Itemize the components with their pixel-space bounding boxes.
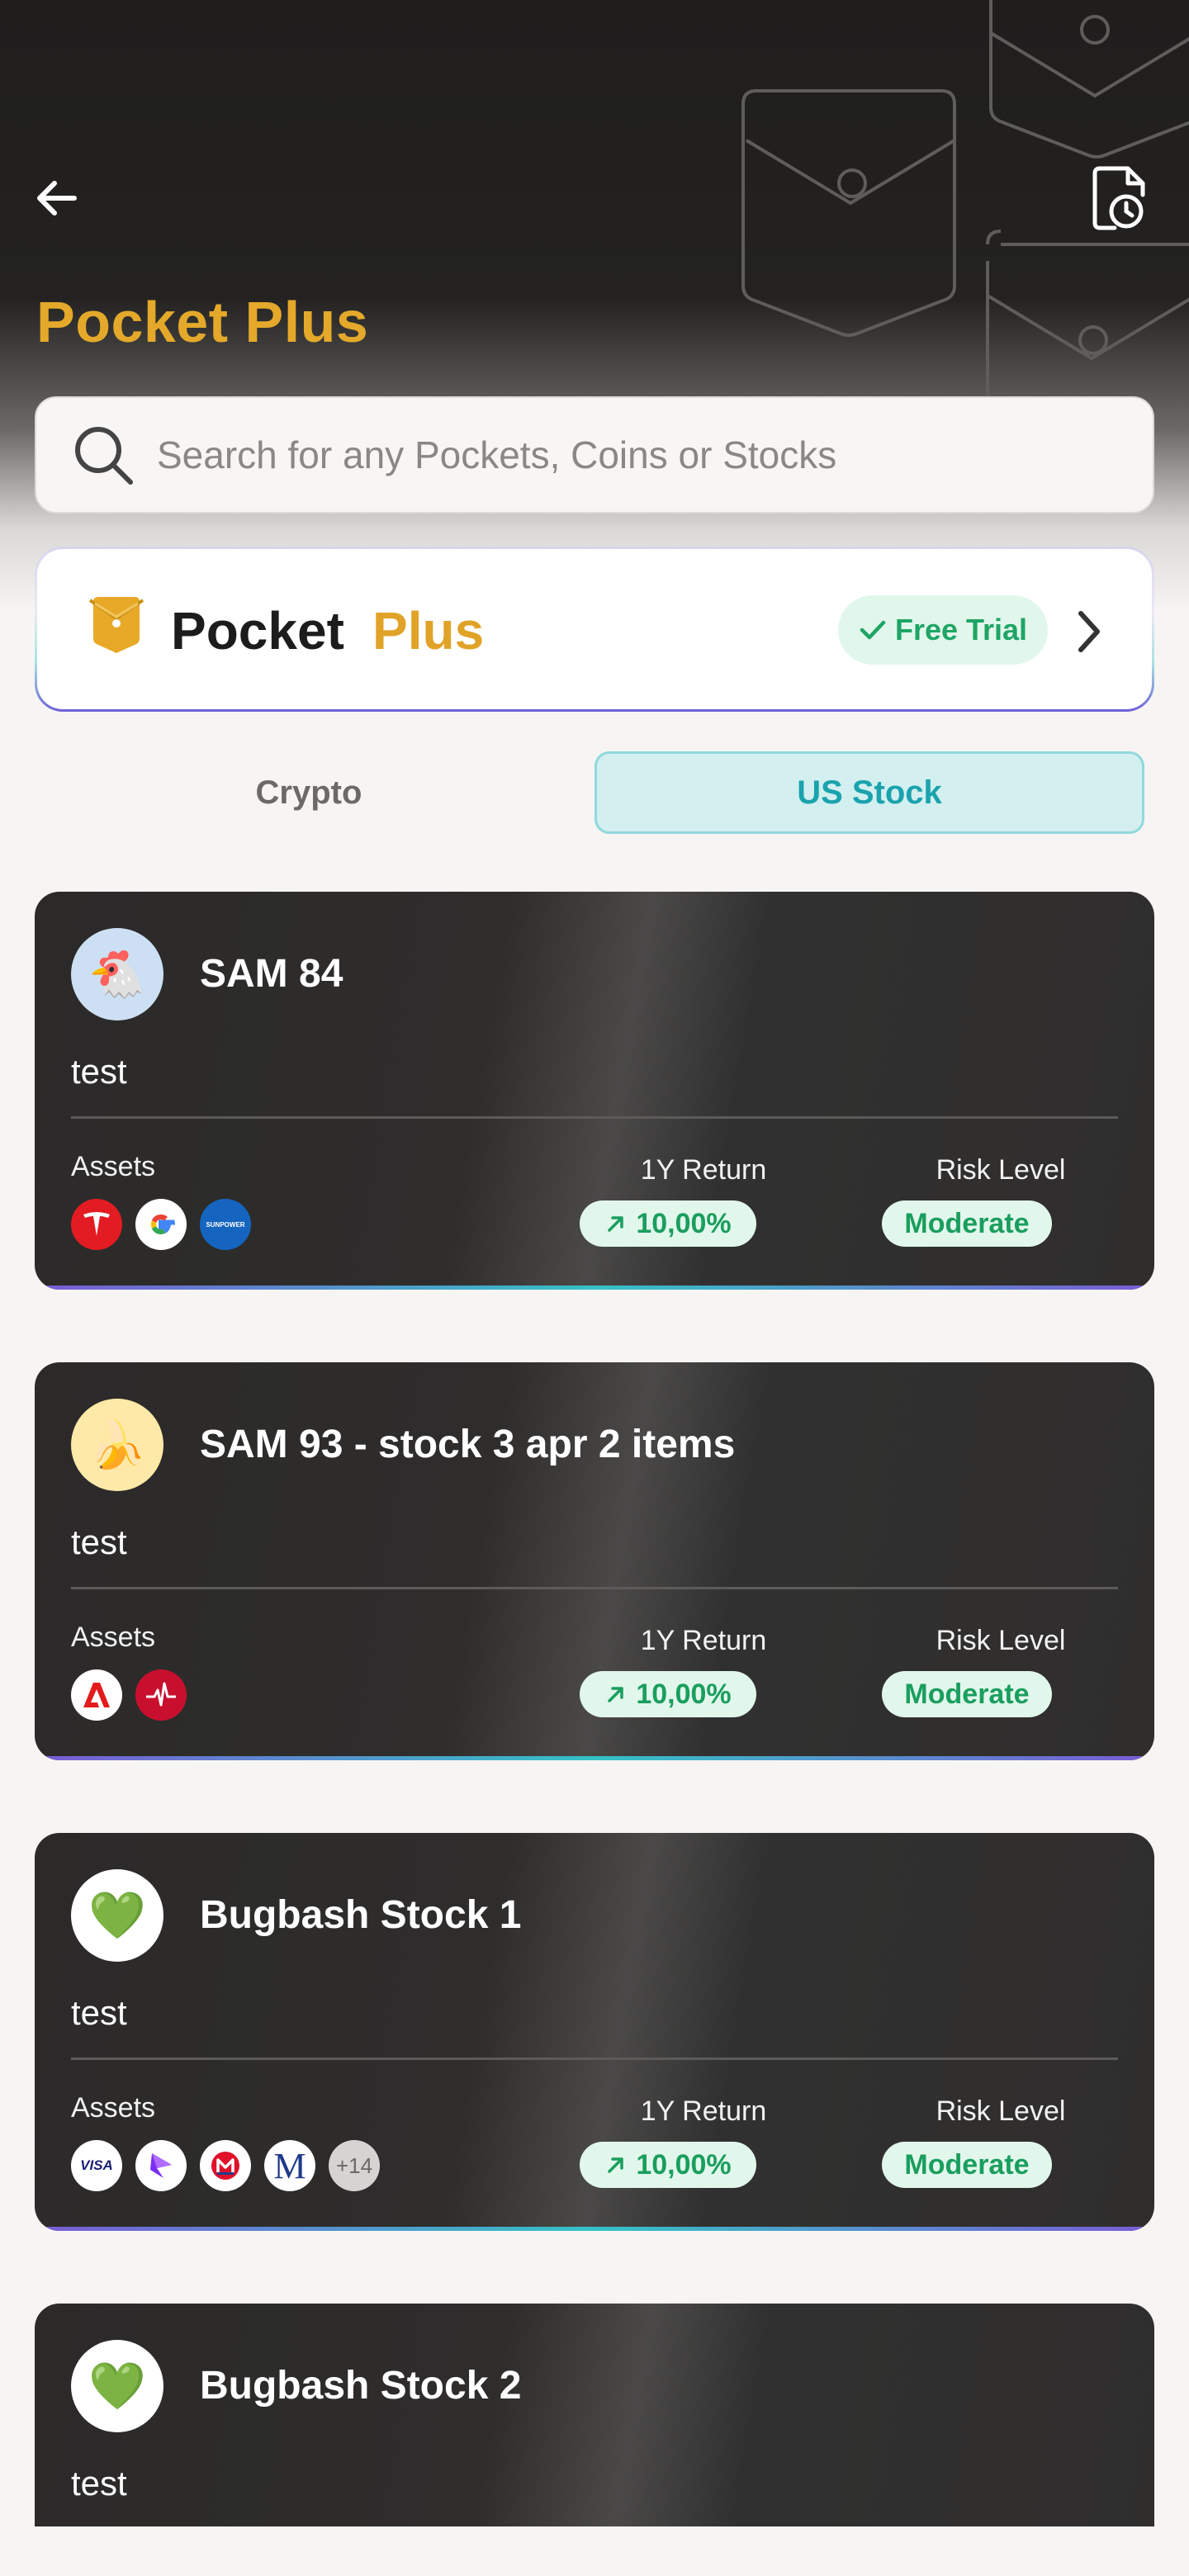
pocket-card[interactable]: 🐔 SAM 84 test Assets 1Y Return Risk Leve… [35, 892, 1154, 1290]
marathon-logo-icon [200, 2140, 251, 2191]
check-icon [860, 620, 886, 640]
pocket-avatar: 🍌 [71, 1399, 163, 1491]
agilent-logo-icon [135, 1669, 187, 1721]
pocket-avatar: 💚 [71, 2340, 163, 2432]
return-value: 10,00% [636, 1207, 732, 1239]
pocket-card[interactable]: 💚 Bugbash Stock 1 test Assets 1Y Return … [35, 1833, 1154, 2231]
chicken-icon: 🐔 [88, 948, 146, 1000]
pocket-description: test [71, 1993, 127, 2032]
page-title: Pocket Plus [36, 290, 369, 354]
search-bar[interactable] [35, 396, 1154, 514]
promo-title-pocket: Pocket [171, 601, 344, 661]
risk-badge: Moderate [882, 1200, 1052, 1247]
market-tabs: Crypto US Stock [35, 751, 1154, 834]
pocket-description: test [71, 1052, 127, 1091]
pocket-description: test [71, 2464, 127, 2503]
pocket-avatar: 💚 [71, 1869, 163, 1962]
risk-label: Risk Level [936, 2095, 1066, 2127]
pocket-title: Bugbash Stock 2 [200, 2364, 522, 2408]
bottom-fade [0, 2526, 1189, 2576]
pocket-description: test [71, 1522, 127, 1561]
arrow-up-right-icon [608, 2157, 624, 2173]
risk-badge: Moderate [882, 1671, 1052, 1717]
pocket-avatar: 🐔 [71, 928, 163, 1020]
visa-logo-icon: VISA [71, 2140, 122, 2191]
green-heart-icon: 💚 [88, 1889, 146, 1941]
free-trial-label: Free Trial [894, 613, 1028, 646]
assets-label: Assets [71, 1622, 156, 1653]
return-value: 10,00% [636, 2148, 732, 2181]
history-button[interactable] [1085, 163, 1154, 233]
arrow-up-right-icon [608, 1687, 624, 1702]
risk-badge: Moderate [882, 2142, 1052, 2188]
tab-us-stock[interactable]: US Stock [594, 751, 1144, 834]
pocket-title: Bugbash Stock 1 [200, 1893, 522, 1937]
pocket-plus-promo-card[interactable]: Pocket Plus Free Trial [35, 547, 1154, 712]
return-value: 10,00% [636, 1678, 732, 1710]
pinduoduo-logo-icon [135, 2140, 187, 2191]
risk-label: Risk Level [936, 1625, 1066, 1656]
search-input[interactable] [157, 433, 1115, 477]
pocket-card[interactable]: 🍌 SAM 93 - stock 3 apr 2 items test Asse… [35, 1362, 1154, 1760]
back-button[interactable] [26, 168, 86, 228]
document-history-icon [1092, 166, 1145, 230]
adobe-logo-icon [71, 1669, 122, 1721]
return-badge: 10,00% [580, 1200, 756, 1247]
return-label: 1Y Return [640, 1154, 767, 1186]
tesla-logo-icon [71, 1199, 122, 1250]
divider [71, 1587, 1118, 1589]
google-logo-icon [135, 1199, 187, 1250]
assets-label: Assets [71, 1151, 156, 1182]
pocket-pattern-decoration [741, 0, 1189, 429]
more-assets-badge: +14 [329, 2140, 380, 2191]
free-trial-badge: Free Trial [838, 595, 1048, 665]
assets-label: Assets [71, 2092, 156, 2124]
sunpower-logo-icon: SUNPOWER [200, 1199, 251, 1250]
return-label: 1Y Return [640, 1625, 767, 1656]
header-hero: Pocket Plus [0, 0, 1189, 611]
green-heart-icon: 💚 [88, 2360, 146, 2412]
pocket-logo-icon [88, 597, 144, 653]
return-badge: 10,00% [580, 1671, 756, 1717]
tab-crypto[interactable]: Crypto [35, 751, 583, 834]
search-icon [75, 427, 133, 485]
promo-title-plus: Plus [372, 601, 485, 661]
return-label: 1Y Return [640, 2095, 767, 2127]
risk-label: Risk Level [936, 1154, 1066, 1186]
asset-list: SUNPOWER [71, 1199, 251, 1250]
return-badge: 10,00% [580, 2142, 756, 2188]
pocket-title: SAM 84 [200, 952, 343, 996]
arrow-left-icon [37, 181, 77, 215]
asset-list [71, 1669, 187, 1721]
divider [71, 1116, 1118, 1119]
mcgraw-logo-icon: M [264, 2140, 315, 2191]
pocket-title: SAM 93 - stock 3 apr 2 items [200, 1423, 736, 1466]
divider [71, 2057, 1118, 2060]
promo-open-button[interactable] [1066, 602, 1112, 661]
chevron-right-icon [1078, 611, 1100, 652]
asset-list: VISA M +14 [71, 2140, 380, 2191]
banana-icon: 🍌 [88, 1418, 146, 1470]
arrow-up-right-icon [608, 1216, 624, 1232]
